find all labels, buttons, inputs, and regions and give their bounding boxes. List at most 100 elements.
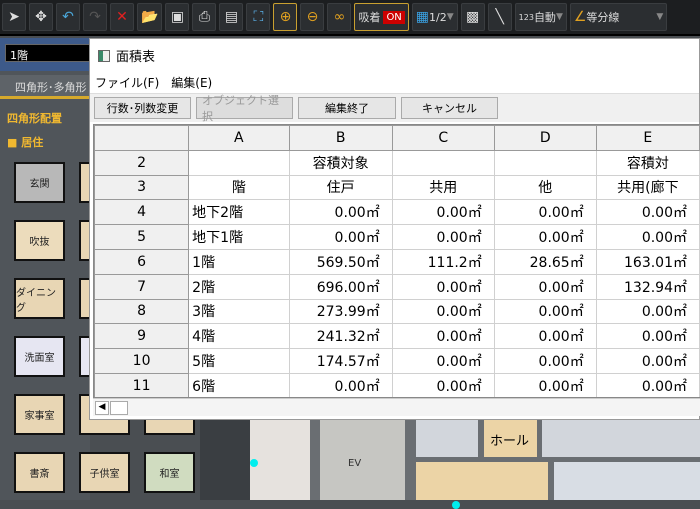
table-cell[interactable]: 273.99㎡ [288, 298, 393, 325]
multi-select-icon[interactable]: ✥ [29, 3, 53, 31]
table-cell[interactable]: 0.00㎡ [493, 298, 597, 325]
table-cell[interactable]: 0.00㎡ [493, 273, 597, 300]
table-cell[interactable]: 0.00㎡ [391, 199, 495, 226]
dimension-select[interactable]: 123 自動 ▼ [514, 3, 567, 31]
table-cell[interactable]: 0.00㎡ [595, 348, 700, 374]
column-header[interactable]: B [288, 125, 393, 151]
table-cell[interactable]: 他 [493, 174, 597, 201]
table-cell[interactable]: 5階 [188, 348, 290, 374]
column-header[interactable]: D [493, 125, 597, 151]
column-header[interactable]: E [595, 125, 700, 151]
row-header[interactable]: 7 [94, 273, 190, 300]
room-tile[interactable]: 子供室 [79, 452, 130, 493]
zoom-in-icon[interactable]: ⊕ [273, 3, 298, 31]
row-header[interactable]: 2 [94, 149, 190, 176]
redo-icon[interactable]: ↷ [83, 3, 107, 31]
table-cell[interactable]: 0.00㎡ [493, 323, 597, 350]
row-header[interactable]: 6 [94, 248, 190, 275]
table-cell[interactable]: 0.00㎡ [391, 348, 495, 374]
table-cell[interactable]: 容積対 [595, 149, 700, 176]
table-cell[interactable] [493, 149, 597, 176]
table-cell[interactable]: 111.2㎡ [391, 248, 495, 275]
tab-shapes[interactable]: 四角形･多角形 [0, 75, 90, 99]
anchor-point[interactable] [250, 459, 258, 467]
anchor-point[interactable] [452, 501, 460, 509]
table-cell[interactable]: 0.00㎡ [595, 224, 700, 250]
row-header[interactable]: 4 [94, 199, 190, 226]
table-cell[interactable]: 0.00㎡ [391, 372, 495, 397]
table-cell[interactable]: 共用 [391, 174, 495, 201]
scroll-thumb[interactable] [110, 401, 128, 415]
grid-select[interactable]: ▦ 1/2 ▼ [411, 3, 458, 31]
table-cell[interactable]: 0.00㎡ [391, 323, 495, 350]
table-cell[interactable]: 階 [188, 174, 290, 201]
room-tile[interactable]: 玄関 [14, 162, 65, 203]
room-tile[interactable]: 家事室 [14, 394, 65, 435]
table-cell[interactable]: 0.00㎡ [493, 199, 597, 226]
room-tile[interactable]: 書斎 [14, 452, 65, 493]
table-cell[interactable]: 569.50㎡ [288, 248, 393, 275]
snap-toggle[interactable]: 吸着 ON [354, 3, 409, 31]
finish-edit-button[interactable]: 編集終了 [298, 97, 396, 119]
table-cell[interactable]: 4階 [188, 323, 290, 350]
menu-file[interactable]: ファイル(F) [95, 74, 159, 91]
table-cell[interactable]: 0.00㎡ [391, 224, 495, 250]
table-cell[interactable]: 0.00㎡ [288, 224, 393, 250]
dialog-titlebar[interactable]: 面積表 [90, 39, 699, 72]
table-cell[interactable]: 1階 [188, 248, 290, 275]
table-cell[interactable]: 住戸 [288, 174, 393, 201]
column-header[interactable]: C [391, 125, 495, 151]
floor-plan-canvas[interactable]: EV ホール [200, 420, 700, 509]
table-cell[interactable]: 6階 [188, 372, 290, 397]
grid-settings-button[interactable]: ▩ [460, 3, 485, 31]
category-living[interactable]: ■ 居住 [7, 134, 43, 150]
table-cell[interactable] [188, 149, 290, 176]
row-header[interactable]: 10 [94, 348, 190, 374]
table-cell[interactable]: 0.00㎡ [493, 348, 597, 374]
save-icon[interactable]: ▣ [165, 3, 190, 31]
horizontal-scrollbar[interactable]: ◀ [93, 398, 700, 416]
zoom-out-icon[interactable]: ⊖ [300, 3, 325, 31]
row-header[interactable]: 9 [94, 323, 190, 350]
table-cell[interactable]: 132.94㎡ [595, 273, 700, 300]
delete-icon[interactable]: ✕ [110, 3, 134, 31]
table-cell[interactable]: 0.00㎡ [391, 273, 495, 300]
room-tile[interactable]: 和室 [144, 452, 195, 493]
cancel-button[interactable]: キャンセル [401, 97, 498, 119]
table-cell[interactable]: 2階 [188, 273, 290, 300]
table-cell[interactable]: 地下2階 [188, 199, 290, 226]
table-cell[interactable]: 696.00㎡ [288, 273, 393, 300]
change-rows-cols-button[interactable]: 行数･列数変更 [94, 97, 191, 119]
fit-view-icon[interactable]: ⛶ [246, 3, 271, 31]
line-type-select[interactable]: ∠ 等分線 ▼ [569, 3, 668, 31]
print-icon[interactable]: ⎙ [192, 3, 217, 31]
table-cell[interactable]: 0.00㎡ [595, 323, 700, 350]
undo-icon[interactable]: ↶ [56, 3, 80, 31]
corner-cell[interactable] [94, 125, 190, 151]
table-cell[interactable]: 241.32㎡ [288, 323, 393, 350]
table-cell[interactable]: 3階 [188, 298, 290, 325]
room-tile[interactable]: ダイニング [14, 278, 65, 319]
select-arrow-icon[interactable]: ➤ [2, 3, 26, 31]
menu-edit[interactable]: 編集(E) [171, 74, 212, 91]
scroll-left-icon[interactable]: ◀ [95, 401, 109, 415]
table-cell[interactable]: 容積対象 [288, 149, 393, 176]
table-cell[interactable]: 0.00㎡ [595, 372, 700, 397]
open-folder-icon[interactable]: 📂 [137, 3, 163, 31]
table-cell[interactable]: 0.00㎡ [595, 298, 700, 325]
table-cell[interactable]: 0.00㎡ [288, 372, 393, 397]
link-icon[interactable]: ∞ [327, 3, 352, 31]
table-cell[interactable]: 0.00㎡ [493, 372, 597, 397]
table-cell[interactable] [391, 149, 495, 176]
row-header[interactable]: 11 [94, 372, 190, 397]
table-cell[interactable]: 0.00㎡ [595, 199, 700, 226]
room-tile[interactable]: 洗面室 [14, 336, 65, 377]
table-cell[interactable]: 174.57㎡ [288, 348, 393, 374]
table-cell[interactable]: 0.00㎡ [493, 224, 597, 250]
table-cell[interactable]: 0.00㎡ [391, 298, 495, 325]
table-cell[interactable]: 共用(廊下 [595, 174, 700, 201]
table-cell[interactable]: 163.01㎡ [595, 248, 700, 275]
measure-button[interactable]: ╲ [487, 3, 512, 31]
table-cell[interactable]: 28.65㎡ [493, 248, 597, 275]
column-header[interactable]: A [188, 125, 290, 151]
